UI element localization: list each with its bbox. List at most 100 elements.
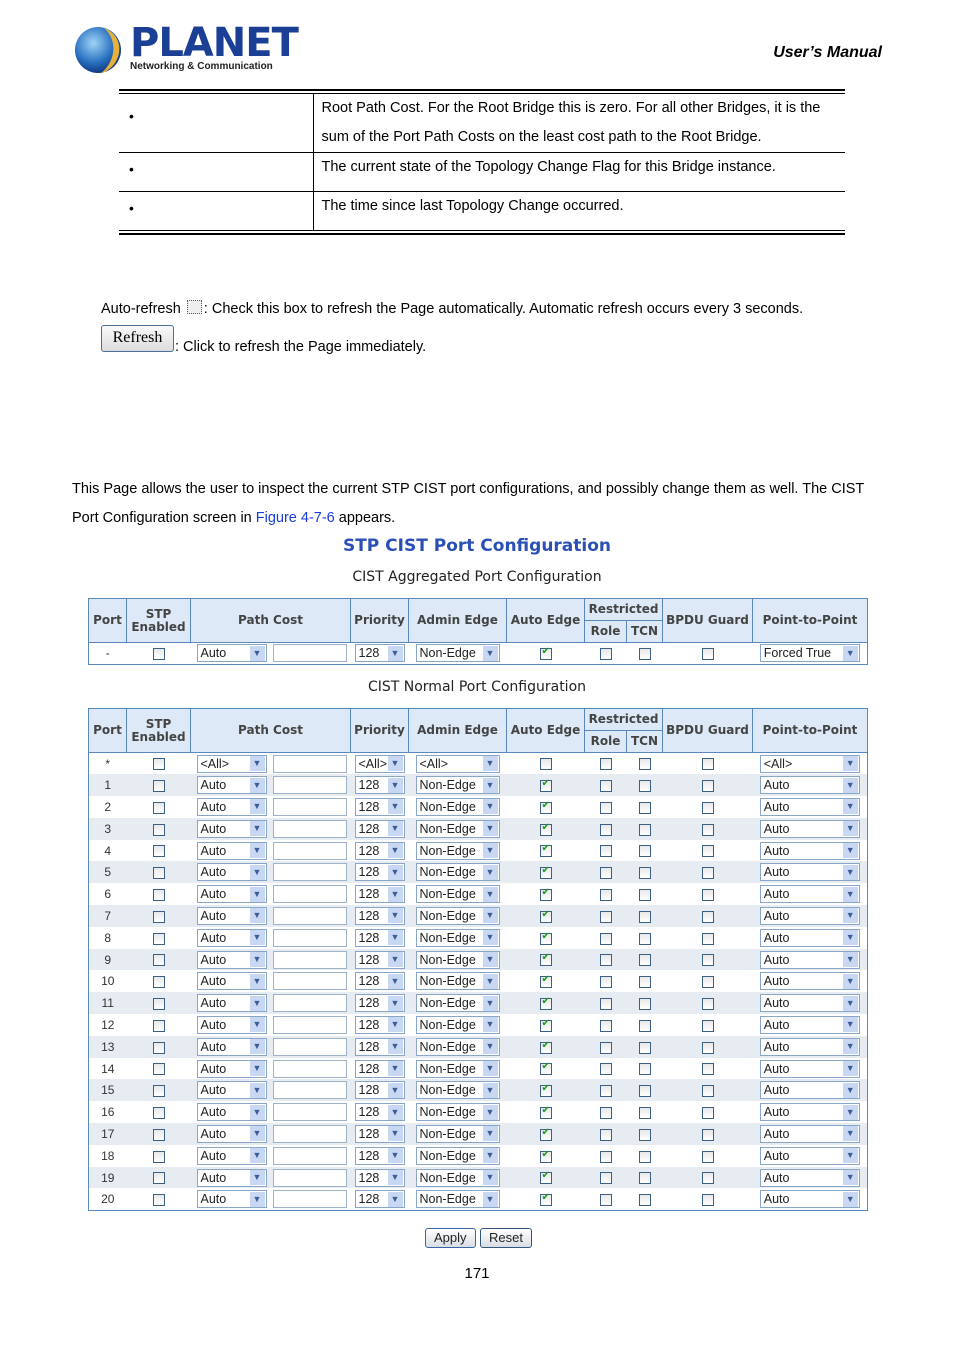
path-cost-input[interactable] [272,1146,347,1165]
auto-edge-checkbox[interactable] [539,865,552,880]
restricted-tcn-checkbox[interactable] [638,1150,651,1163]
path-cost-input[interactable] [272,776,347,795]
path-cost-input[interactable] [272,1124,347,1143]
admin-edge-select[interactable]: Non-Edge ▼ [415,1146,500,1165]
auto-edge-checkbox[interactable] [539,1083,552,1098]
priority-select[interactable]: 128 ▼ [354,1103,405,1122]
stp-enabled-checkbox[interactable] [152,976,165,989]
priority-select[interactable]: <All> ▼ [354,754,405,773]
auto-edge-checkbox[interactable] [539,758,552,771]
auto-edge-checkbox[interactable] [539,1149,552,1163]
path-cost-input[interactable] [272,819,347,838]
point-to-point-select[interactable]: Auto ▼ [759,863,860,882]
restricted-tcn-checkbox[interactable] [638,1106,651,1119]
apply-button[interactable]: Apply [425,1228,476,1248]
admin-edge-select[interactable]: Non-Edge ▼ [415,1015,500,1034]
auto-refresh-checkbox[interactable] [186,300,202,314]
admin-edge-select[interactable]: Non-Edge ▼ [415,1124,500,1143]
bpdu-guard-checkbox[interactable] [701,954,714,967]
restricted-tcn-checkbox[interactable] [638,1019,651,1032]
priority-select[interactable]: 128 ▼ [354,885,405,904]
restricted-tcn-checkbox[interactable] [638,1085,651,1098]
stp-enabled-checkbox[interactable] [152,1106,165,1119]
path-cost-input[interactable] [272,1037,347,1056]
bpdu-guard-checkbox[interactable] [701,823,714,836]
admin-edge-select[interactable]: Non-Edge ▼ [415,841,500,860]
path-cost-input[interactable] [272,797,347,816]
path-cost-input[interactable] [272,994,347,1013]
path-cost-input[interactable] [272,972,347,991]
path-cost-input[interactable] [272,754,347,773]
restricted-role-checkbox[interactable] [599,1063,612,1076]
auto-edge-checkbox[interactable] [539,1127,552,1141]
restricted-role-checkbox[interactable] [599,1041,612,1054]
path-cost-select[interactable]: Auto ▼ [196,1190,267,1209]
stp-enabled-checkbox[interactable] [152,910,165,923]
path-cost-input[interactable] [272,1190,347,1209]
bpdu-guard-checkbox[interactable] [701,1150,714,1163]
restricted-role-checkbox[interactable] [599,910,612,923]
path-cost-select[interactable]: Auto ▼ [196,1015,267,1034]
path-cost-select[interactable]: Auto ▼ [196,928,267,947]
path-cost-input[interactable] [272,1103,347,1122]
admin-edge-select[interactable]: Non-Edge ▼ [415,1168,500,1187]
priority-select[interactable]: 128 ▼ [354,994,405,1013]
admin-edge-select[interactable]: Non-Edge ▼ [415,797,500,816]
path-cost-input[interactable] [272,841,347,860]
auto-edge-checkbox[interactable] [539,1061,552,1076]
bpdu-guard-checkbox[interactable] [701,910,714,923]
bpdu-guard-checkbox[interactable] [701,845,714,858]
point-to-point-select[interactable]: Forced True ▼ [759,644,860,663]
restricted-role-checkbox[interactable] [599,1150,612,1163]
path-cost-input[interactable] [272,1081,347,1100]
path-cost-select[interactable]: Auto ▼ [196,1059,267,1078]
admin-edge-select[interactable]: Non-Edge ▼ [415,885,500,904]
point-to-point-select[interactable]: Auto ▼ [759,885,860,904]
auto-edge-checkbox[interactable] [539,778,552,793]
restricted-role-checkbox[interactable] [599,1193,612,1206]
restricted-role-checkbox[interactable] [599,1128,612,1141]
restricted-tcn-checkbox[interactable] [638,867,651,880]
path-cost-select[interactable]: Auto ▼ [196,950,267,969]
auto-edge-checkbox[interactable] [539,800,552,814]
point-to-point-select[interactable]: Auto ▼ [759,1168,860,1187]
path-cost-select[interactable]: <All> ▼ [196,754,267,773]
path-cost-input[interactable] [272,863,347,882]
restricted-tcn-checkbox[interactable] [638,801,651,814]
auto-edge-checkbox[interactable] [539,1105,552,1119]
point-to-point-select[interactable]: Auto ▼ [759,776,860,795]
point-to-point-select[interactable]: Auto ▼ [759,1037,860,1056]
bpdu-guard-checkbox[interactable] [701,1019,714,1032]
admin-edge-select[interactable]: Non-Edge ▼ [415,1037,500,1056]
stp-enabled-checkbox[interactable] [152,932,165,945]
auto-edge-checkbox[interactable] [539,952,552,967]
restricted-role-checkbox[interactable] [599,932,612,945]
path-cost-input[interactable] [272,1168,347,1187]
path-cost-input[interactable] [272,1059,347,1078]
auto-edge-checkbox[interactable] [539,822,552,836]
restricted-role-checkbox[interactable] [599,1085,612,1098]
restricted-role-checkbox[interactable] [599,845,612,858]
restricted-tcn-checkbox[interactable] [638,910,651,923]
restricted-role-checkbox[interactable] [599,1106,612,1119]
stp-enabled-checkbox[interactable] [152,845,165,858]
path-cost-select[interactable]: Auto ▼ [196,819,267,838]
restricted-tcn-checkbox[interactable] [638,932,651,945]
restricted-role-checkbox[interactable] [599,823,612,836]
bpdu-guard-checkbox[interactable] [701,867,714,880]
path-cost-select[interactable]: Auto ▼ [196,1037,267,1056]
bpdu-guard-checkbox[interactable] [701,1193,714,1206]
point-to-point-select[interactable]: Auto ▼ [759,819,860,838]
priority-select[interactable]: 128 ▼ [354,950,405,969]
stp-enabled-checkbox[interactable] [152,1172,165,1185]
point-to-point-select[interactable]: Auto ▼ [759,1146,860,1165]
figure-link[interactable]: Figure 4-7-6 [256,510,335,526]
priority-select[interactable]: 128 ▼ [354,906,405,925]
bpdu-guard-checkbox[interactable] [701,758,714,771]
restricted-role-checkbox[interactable] [599,1019,612,1032]
point-to-point-select[interactable]: Auto ▼ [759,1124,860,1143]
restricted-tcn-checkbox[interactable] [638,976,651,989]
path-cost-input[interactable] [272,644,347,663]
path-cost-select[interactable]: Auto ▼ [196,797,267,816]
priority-select[interactable]: 128 ▼ [354,1190,405,1209]
